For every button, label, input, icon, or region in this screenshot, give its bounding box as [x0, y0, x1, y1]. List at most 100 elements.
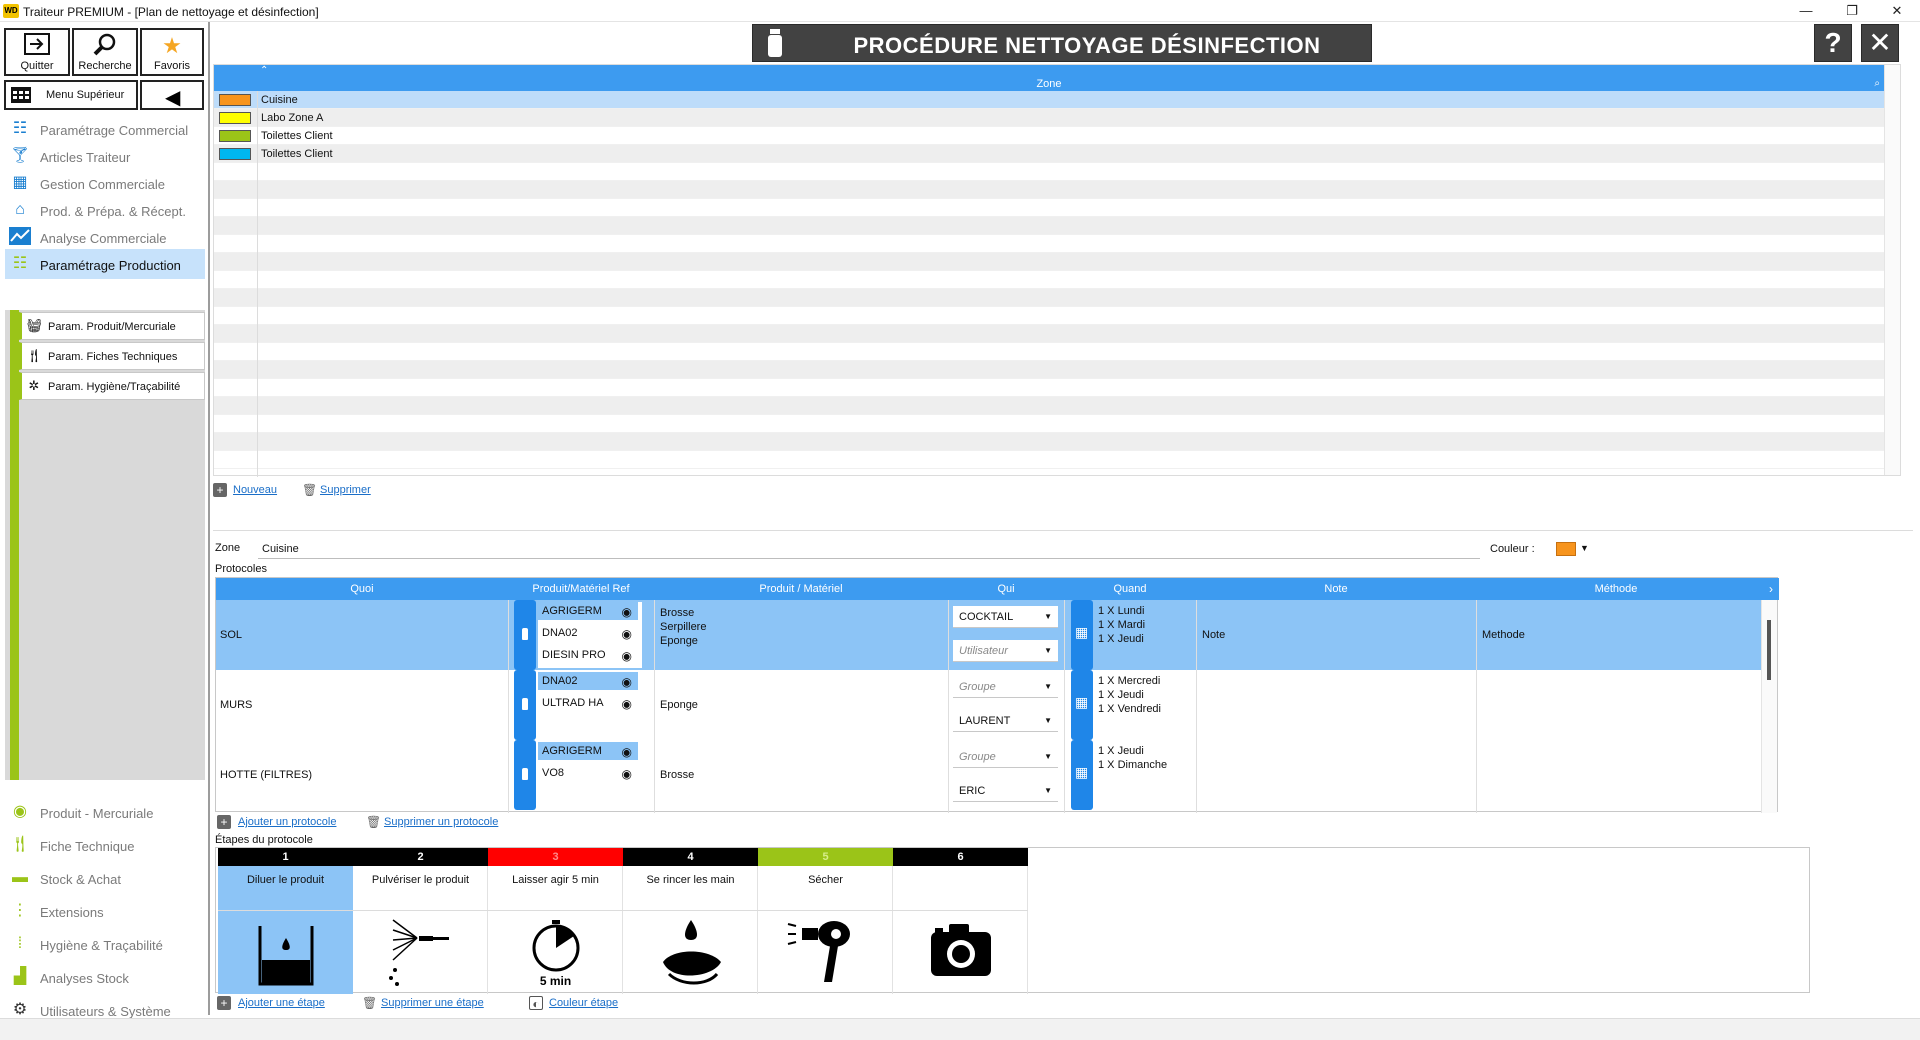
user-select[interactable]: Utilisateur ▼	[953, 640, 1058, 662]
eye-icon[interactable]: ◉	[622, 603, 632, 621]
delete-step-button[interactable]: Supprimer une étape	[381, 997, 484, 1009]
submenu-item-fiches-techniques[interactable]: 🍴︎ Param. Fiches Techniques	[19, 342, 205, 370]
vertical-scrollbar[interactable]	[1761, 600, 1777, 813]
vertical-scrollbar[interactable]	[1884, 65, 1900, 475]
column-header-qui[interactable]: Qui	[948, 578, 1064, 600]
step-card[interactable]: 5 Sécher	[758, 848, 893, 994]
menu-item-parametrage-production[interactable]: ☷ Paramétrage Production	[5, 249, 205, 279]
table-row	[214, 343, 1884, 361]
table-row[interactable]: HOTTE (FILTRES) AGRIGERM ◉ VO8 ◉ Brosse Gr…	[216, 740, 1763, 810]
new-zone-button[interactable]: Nouveau	[233, 484, 277, 496]
product-ref-tag[interactable]: DIESIN PRO ◉	[538, 646, 638, 664]
step-card[interactable]: 2 Pulvériser le produit	[353, 848, 488, 994]
table-row[interactable]: Toilettes Client	[214, 127, 1884, 145]
who-select[interactable]: ERIC ▼	[953, 780, 1058, 802]
protocol-note[interactable]: Note	[1202, 629, 1225, 641]
column-header-note[interactable]: Note	[1196, 578, 1476, 600]
delete-zone-button[interactable]: Supprimer	[320, 484, 371, 496]
product-ref-tag[interactable]: DNA02 ◉	[538, 672, 638, 690]
menu-item-parametrage-commercial[interactable]: ☷ Paramétrage Commercial	[5, 114, 205, 144]
table-row[interactable]: Labo Zone A	[214, 109, 1884, 127]
menu-item-produit-mercuriale[interactable]: ◉ Produit - Mercuriale	[5, 797, 205, 827]
bottle-icon[interactable]	[514, 600, 536, 670]
calendar-icon[interactable]	[1071, 740, 1093, 810]
table-row	[214, 289, 1884, 307]
product-ref-tag[interactable]: VO8 ◉	[538, 764, 638, 782]
collapse-menu-button[interactable]: ◀	[140, 80, 204, 110]
scrollbar-thumb[interactable]	[1767, 620, 1771, 680]
table-row[interactable]: SOL AGRIGERM ◉ DNA02 ◉ DIESIN PRO ◉ Brosse …	[216, 600, 1763, 670]
step-card[interactable]: 4 Se rincer les main	[623, 848, 758, 994]
minimize-button[interactable]: —	[1783, 0, 1829, 22]
step-separator	[218, 910, 353, 911]
zone-color-swatch	[219, 130, 251, 142]
table-row[interactable]: Cuisine	[214, 91, 1884, 109]
search-button[interactable]: Recherche	[72, 28, 138, 76]
product-ref-tag[interactable]: AGRIGERM ◉	[538, 602, 638, 620]
column-header-quoi[interactable]: Quoi	[216, 578, 508, 600]
search-icon[interactable]: ⌕	[1874, 77, 1880, 91]
menu-item-prod-prepa-recept[interactable]: ⌂ Prod. & Prépa. & Récept.	[5, 195, 205, 225]
product-ref-tag[interactable]: AGRIGERM ◉	[538, 742, 638, 760]
who-select[interactable]: LAURENT ▼	[953, 710, 1058, 732]
eye-icon[interactable]: ◉	[622, 695, 632, 713]
quit-button[interactable]: Quitter	[4, 28, 70, 76]
zone-color-picker[interactable]	[1556, 542, 1576, 556]
menu-item-analyses-stock[interactable]: ▟ Analyses Stock	[5, 962, 205, 992]
product-ref-tag[interactable]: DNA02 ◉	[538, 624, 638, 642]
sort-caret-icon[interactable]: ⌃	[260, 65, 268, 77]
bottle-icon[interactable]	[514, 670, 536, 740]
table-row[interactable]: MURS DNA02 ◉ ULTRAD HA ◉ Eponge Groupe ▼ LA…	[216, 670, 1763, 740]
add-protocol-button[interactable]: Ajouter un protocole	[238, 816, 336, 828]
add-step-button[interactable]: Ajouter une étape	[238, 997, 325, 1009]
menu-item-articles-traiteur[interactable]: 🍸︎ Articles Traiteur	[5, 141, 205, 171]
close-page-button[interactable]: ✕	[1861, 24, 1899, 62]
who-select[interactable]: COCKTAIL ▼	[953, 606, 1058, 628]
step-card[interactable]: 3 Laisser agir 5 min 5 min	[488, 848, 623, 994]
column-divider	[654, 600, 655, 813]
column-header-methode[interactable]: Méthode	[1476, 578, 1756, 600]
eye-icon[interactable]: ◉	[622, 647, 632, 665]
step-color-button[interactable]: Couleur étape	[549, 997, 618, 1009]
schedule-item: 1 X Mercredi	[1098, 675, 1161, 687]
help-button[interactable]: ?	[1814, 24, 1852, 62]
product-ref-tag[interactable]: ULTRAD HA ◉	[538, 694, 638, 712]
menu-item-stock-achat[interactable]: ▬ Stock & Achat	[5, 863, 205, 893]
restore-button[interactable]: ❐	[1829, 0, 1875, 22]
zone-column-header[interactable]: Zone ⌕	[214, 77, 1884, 91]
submenu-item-hygiene-tracabilite[interactable]: ✲ Param. Hygiène/Traçabilité	[19, 372, 205, 400]
step-card[interactable]: 6	[893, 848, 1028, 994]
menu-item-analyse-commerciale[interactable]: Analyse Commerciale	[5, 222, 205, 252]
protocol-method[interactable]: Methode	[1482, 629, 1525, 641]
step-card[interactable]: 1 Diluer le produit	[218, 848, 353, 994]
eye-icon[interactable]: ◉	[622, 765, 632, 783]
calendar-icon[interactable]	[1071, 600, 1093, 670]
column-header-produit-materiel[interactable]: Produit / Matériel	[654, 578, 948, 600]
delete-protocol-button[interactable]: Supprimer un protocole	[384, 816, 498, 828]
chevron-right-icon[interactable]: ›	[1769, 578, 1773, 600]
bottle-icon[interactable]	[514, 740, 536, 810]
favorites-button[interactable]: ★ Favoris	[140, 28, 204, 76]
menu-item-label: Stock & Achat	[40, 872, 121, 887]
table-row[interactable]: Toilettes Client	[214, 145, 1884, 163]
window-close-button[interactable]: ✕	[1874, 0, 1920, 22]
eye-icon[interactable]: ◉	[622, 625, 632, 643]
menu-item-extensions[interactable]: ⋮ Extensions	[5, 896, 205, 926]
top-menu-button[interactable]: Menu Supérieur	[4, 80, 138, 110]
menu-item-fiche-technique[interactable]: 🍴︎ Fiche Technique	[5, 830, 205, 860]
eye-icon[interactable]: ◉	[622, 673, 632, 691]
submenu-item-produit-mercuriale[interactable]: 🧺︎ Param. Produit/Mercuriale	[19, 312, 205, 340]
group-select[interactable]: Groupe ▼	[953, 746, 1058, 768]
eye-icon[interactable]: ◉	[622, 743, 632, 761]
materiel-item: Brosse	[660, 769, 695, 781]
chevron-down-icon: ▼	[1044, 786, 1052, 795]
calendar-icon[interactable]	[1071, 670, 1093, 740]
step-text: Diluer le produit	[246, 874, 325, 886]
column-header-quand[interactable]: Quand	[1064, 578, 1196, 600]
zone-name-field[interactable]: Cuisine	[258, 540, 1480, 559]
menu-item-hygiene-tracabilite[interactable]: ⁞ Hygiène & Traçabilité	[5, 929, 205, 959]
chevron-down-icon[interactable]: ▼	[1580, 543, 1589, 553]
group-select[interactable]: Groupe ▼	[953, 676, 1058, 698]
menu-item-gestion-commerciale[interactable]: ▦ Gestion Commerciale	[5, 168, 205, 198]
column-header-produit-ref[interactable]: Produit/Matériel Ref	[508, 578, 654, 600]
